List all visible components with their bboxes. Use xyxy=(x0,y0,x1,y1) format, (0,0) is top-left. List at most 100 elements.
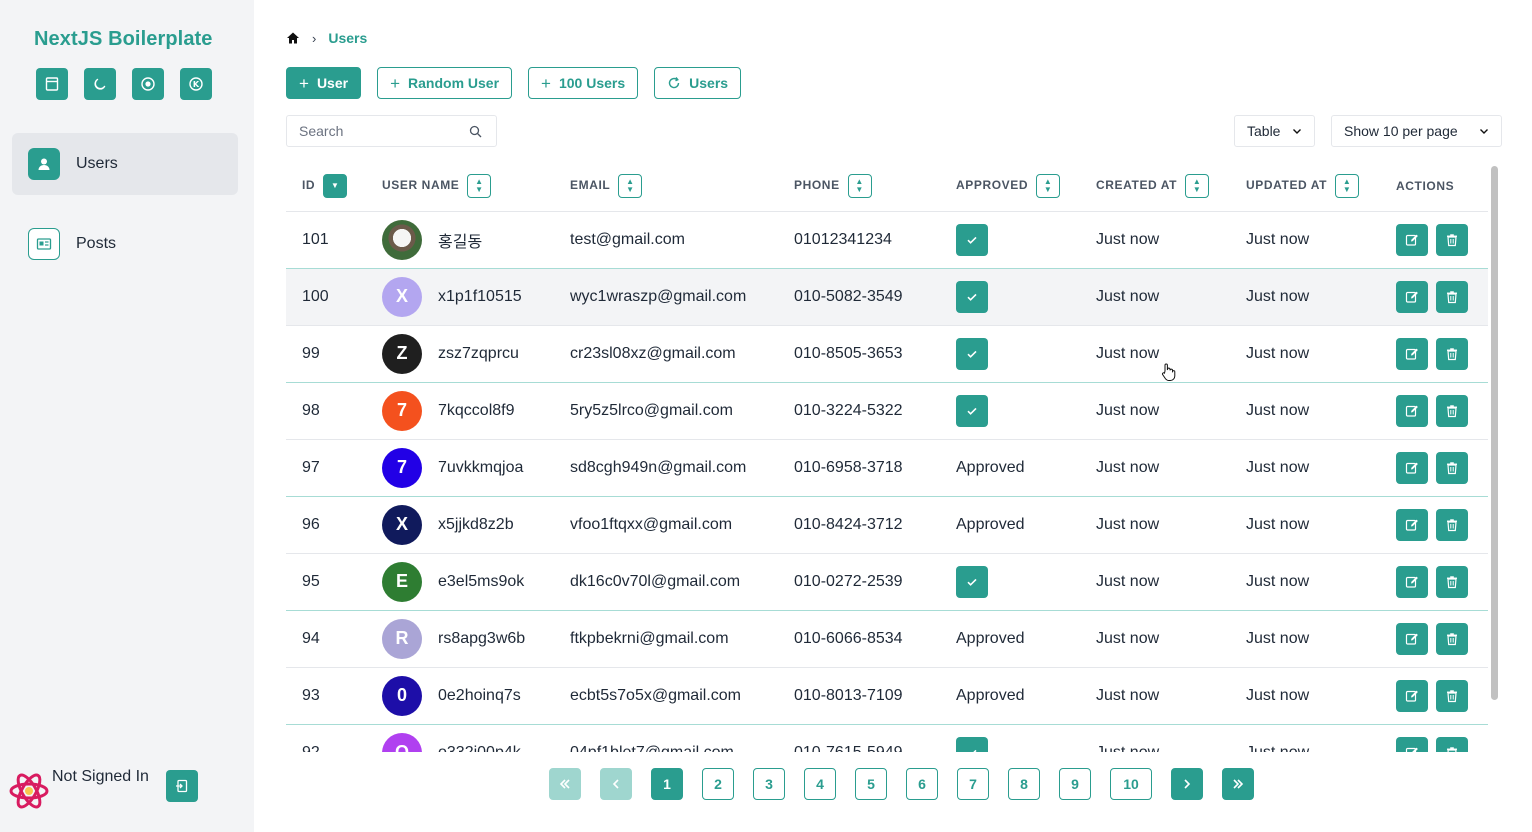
scrollbar-thumb[interactable] xyxy=(1491,166,1498,700)
table-row[interactable]: 95 Ee3el5ms9ok dk16c0v70l@gmail.com 010-027… xyxy=(286,553,1488,611)
breadcrumb-separator: › xyxy=(312,30,317,46)
sort-desc-icon[interactable]: ▼ xyxy=(323,174,348,199)
prev-page-button[interactable] xyxy=(600,768,632,800)
trash-icon[interactable] xyxy=(1436,622,1468,655)
edit-icon[interactable] xyxy=(1396,280,1428,313)
cell-email: ecbt5s7o5x@gmail.com xyxy=(554,667,778,725)
trash-icon[interactable] xyxy=(1436,394,1468,427)
edit-icon[interactable] xyxy=(1396,565,1428,598)
page-button-4[interactable]: 4 xyxy=(804,768,836,800)
page-button-6[interactable]: 6 xyxy=(906,768,938,800)
trash-icon[interactable] xyxy=(1436,565,1468,598)
sort-icon[interactable]: ▲ ▼ xyxy=(618,174,643,199)
cell-phone: 010-0272-2539 xyxy=(778,553,940,611)
cell-email: sd8cgh949n@gmail.com xyxy=(554,439,778,497)
sort-icon[interactable]: ▲ ▼ xyxy=(467,174,492,199)
edit-icon[interactable] xyxy=(1396,394,1428,427)
edit-icon[interactable] xyxy=(1396,736,1428,752)
react-icon[interactable] xyxy=(132,68,164,100)
cell-approved xyxy=(940,268,1080,326)
column-header-email[interactable]: EMAIL ▲ ▼ xyxy=(554,162,778,212)
page-button-3[interactable]: 3 xyxy=(753,768,785,800)
refresh-users-button[interactable]: Users xyxy=(654,67,742,99)
column-header-created-at[interactable]: CREATED AT ▲ ▼ xyxy=(1080,162,1230,212)
approved-check-icon[interactable] xyxy=(956,223,988,256)
sidebar-toggle-icon[interactable] xyxy=(36,68,68,100)
trash-icon[interactable] xyxy=(1436,280,1468,313)
approved-check-icon[interactable] xyxy=(956,736,988,752)
table-row[interactable]: 99 Zzsz7zqprcu cr23sl08xz@gmail.com 010-850… xyxy=(286,325,1488,383)
page-button-9[interactable]: 9 xyxy=(1059,768,1091,800)
sort-icon[interactable]: ▲ ▼ xyxy=(1036,174,1061,199)
column-header-phone[interactable]: PHONE ▲ ▼ xyxy=(778,162,940,212)
view-mode-select[interactable]: Table xyxy=(1234,115,1315,147)
sidebar-item-users[interactable]: Users xyxy=(12,133,238,195)
trash-icon[interactable] xyxy=(1436,337,1468,370)
approved-check-icon[interactable] xyxy=(956,394,988,427)
sort-icon[interactable]: ▲ ▼ xyxy=(847,174,872,199)
approved-check-icon[interactable] xyxy=(956,280,988,313)
add-100-users-button[interactable]: + 100 Users xyxy=(528,67,639,99)
table-scrollbar[interactable] xyxy=(1490,164,1500,754)
edit-icon[interactable] xyxy=(1396,622,1428,655)
column-header-updated-at[interactable]: UPDATED AT ▲ ▼ xyxy=(1230,162,1380,212)
table-row[interactable]: 98 7 7kqccol8f9 5ry5z5lrco@gmail.com 010-322… xyxy=(286,382,1488,440)
page-button-7[interactable]: 7 xyxy=(957,768,989,800)
add-random-user-button[interactable]: + Random User xyxy=(377,67,513,99)
page-button-8[interactable]: 8 xyxy=(1008,768,1040,800)
home-icon[interactable] xyxy=(286,31,300,45)
edit-icon[interactable] xyxy=(1396,451,1428,484)
cell-updated-at: Just now xyxy=(1230,268,1380,326)
cell-username: 7 7kqccol8f9 xyxy=(366,382,554,440)
sort-icon[interactable]: ▲ ▼ xyxy=(1185,174,1210,199)
add-user-button[interactable]: + User xyxy=(286,67,362,99)
avatar xyxy=(382,219,422,260)
page-button-1[interactable]: 1 xyxy=(651,768,683,800)
edit-icon[interactable] xyxy=(1396,508,1428,541)
cell-email: cr23sl08xz@gmail.com xyxy=(554,325,778,383)
cell-actions xyxy=(1380,553,1488,611)
cell-updated-at: Just now xyxy=(1230,211,1380,269)
page-button-10[interactable]: 10 xyxy=(1110,768,1152,800)
search-input[interactable] xyxy=(299,123,469,139)
approved-check-icon[interactable] xyxy=(956,565,988,598)
k-icon[interactable]: K xyxy=(180,68,212,100)
plus-icon: + xyxy=(299,73,309,93)
first-page-button[interactable] xyxy=(549,768,581,800)
trash-icon[interactable] xyxy=(1436,223,1468,256)
breadcrumb: › Users xyxy=(286,30,367,46)
approved-text: Approved xyxy=(956,686,1025,704)
trash-icon[interactable] xyxy=(1436,451,1468,484)
double-chevron-left-icon xyxy=(559,779,570,789)
sort-icon[interactable]: ▲ ▼ xyxy=(1335,174,1360,199)
trash-icon[interactable] xyxy=(1436,679,1468,712)
moon-icon[interactable] xyxy=(84,68,116,100)
approved-check-icon[interactable] xyxy=(956,337,988,370)
edit-icon[interactable] xyxy=(1396,223,1428,256)
edit-icon[interactable] xyxy=(1396,679,1428,712)
table-row[interactable]: 101 홍길동 test@gmail.com 01012341234 Just now J… xyxy=(286,211,1488,269)
table-row[interactable]: 97 7 7uvkkmqjoa sd8cgh949n@gmail.com 010-695… xyxy=(286,439,1488,497)
table-row[interactable]: 94 Rrs8apg3w6b ftkpbekrni@gmail.com 010-606… xyxy=(286,610,1488,668)
brand-title[interactable]: NextJS Boilerplate xyxy=(34,28,213,51)
column-header-approved[interactable]: APPROVED ▲ ▼ xyxy=(940,162,1080,212)
auth-status: Not Signed In xyxy=(8,768,149,812)
table-row[interactable]: 96 Xx5jjkd8z2b vfoo1ftqxx@gmail.com 010-842… xyxy=(286,496,1488,554)
page-button-5[interactable]: 5 xyxy=(855,768,887,800)
table-row[interactable]: 100 Xx1p1f10515 wyc1wraszp@gmail.com 010-50… xyxy=(286,268,1488,326)
table-row[interactable]: 93 0 0e2hoinq7s ecbt5s7o5x@gmail.com 010-801… xyxy=(286,667,1488,725)
search-icon[interactable] xyxy=(469,125,482,138)
edit-icon[interactable] xyxy=(1396,337,1428,370)
table-row[interactable]: 92 Oo332i00p4k 04pf1blet7@gmail.com 010-761… xyxy=(286,724,1488,752)
column-header-id[interactable]: ID ▼ xyxy=(286,162,366,212)
page-size-select[interactable]: Show 10 per page xyxy=(1331,115,1502,147)
sign-in-icon[interactable] xyxy=(166,770,198,802)
page-button-2[interactable]: 2 xyxy=(702,768,734,800)
next-page-button[interactable] xyxy=(1171,768,1203,800)
last-page-button[interactable] xyxy=(1222,768,1254,800)
approved-text: Approved xyxy=(956,515,1025,533)
column-header-username[interactable]: USER NAME ▲ ▼ xyxy=(366,162,554,212)
sidebar-item-posts[interactable]: Posts xyxy=(12,213,238,275)
trash-icon[interactable] xyxy=(1436,508,1468,541)
trash-icon[interactable] xyxy=(1436,736,1468,752)
